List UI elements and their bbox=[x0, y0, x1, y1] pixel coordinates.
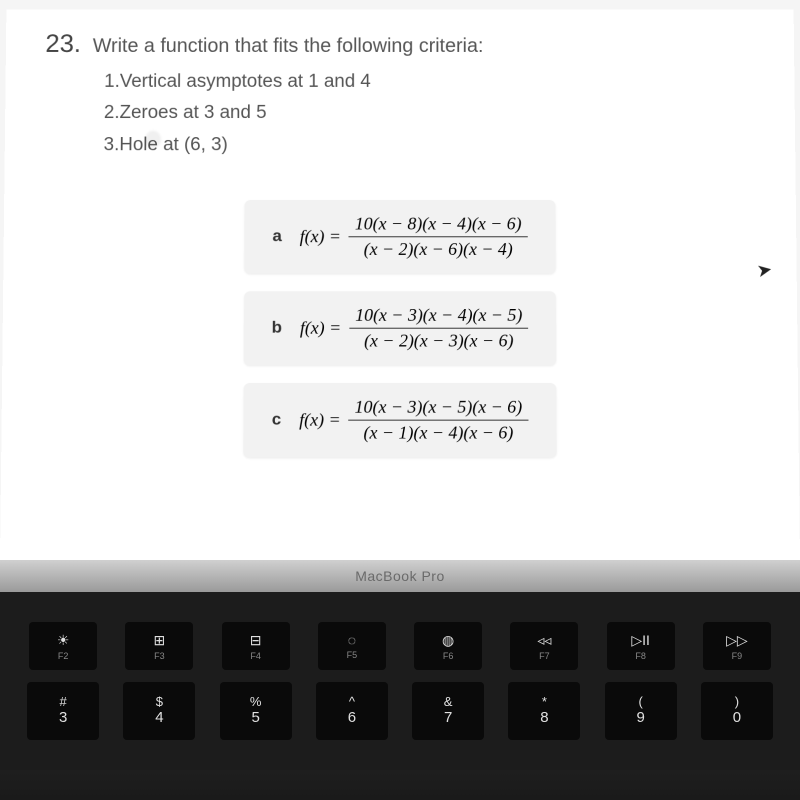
numerator: 10(x − 3)(x − 4)(x − 5) bbox=[349, 305, 528, 329]
question-number: 23. bbox=[45, 29, 81, 59]
key-6[interactable]: ^ 6 bbox=[316, 682, 388, 740]
key-label: F8 bbox=[635, 651, 646, 661]
formula: f(x) = 10(x − 3)(x − 4)(x − 5) (x − 2)(x… bbox=[300, 305, 529, 351]
numerator: 10(x − 3)(x − 5)(x − 6) bbox=[349, 397, 529, 421]
key-label: F5 bbox=[347, 650, 358, 660]
launchpad-icon: ⊟ bbox=[250, 632, 262, 649]
question-prompt: Write a function that fits the following… bbox=[93, 35, 484, 57]
key-f3[interactable]: ⊞ F3 bbox=[125, 622, 193, 670]
key-f7[interactable]: ◃◃ F7 bbox=[510, 622, 578, 670]
key-3[interactable]: # 3 bbox=[27, 682, 99, 740]
key-symbol: ( bbox=[638, 695, 642, 708]
answer-option-b[interactable]: b f(x) = 10(x − 3)(x − 4)(x − 5) (x − 2)… bbox=[244, 291, 557, 365]
key-4[interactable]: $ 4 bbox=[123, 682, 195, 740]
criteria-item: 3.Hole at (6, 3) bbox=[103, 129, 755, 161]
key-f6[interactable]: ◍ F6 bbox=[414, 622, 482, 670]
denominator: (x − 2)(x − 3)(x − 6) bbox=[358, 329, 519, 352]
key-digit: 3 bbox=[59, 708, 67, 728]
formula: f(x) = 10(x − 8)(x − 4)(x − 6) (x − 2)(x… bbox=[300, 214, 528, 260]
key-label: F2 bbox=[58, 651, 69, 661]
worksheet-page: 23. Write a function that fits the follo… bbox=[0, 9, 800, 560]
key-f8[interactable]: ▷II F8 bbox=[607, 622, 675, 670]
key-label: F4 bbox=[250, 651, 261, 661]
key-symbol: ) bbox=[735, 695, 739, 708]
key-digit: 6 bbox=[348, 708, 356, 728]
formula-lhs: f(x) = bbox=[299, 410, 341, 431]
denominator: (x − 2)(x − 6)(x − 4) bbox=[358, 237, 519, 260]
formula: f(x) = 10(x − 3)(x − 5)(x − 6) (x − 1)(x… bbox=[299, 397, 528, 444]
key-5[interactable]: % 5 bbox=[220, 682, 292, 740]
brightness-down-icon: ☀ bbox=[57, 632, 70, 649]
answers-container: a f(x) = 10(x − 8)(x − 4)(x − 6) (x − 2)… bbox=[41, 200, 759, 457]
smudge bbox=[145, 131, 161, 149]
key-digit: 9 bbox=[636, 708, 644, 728]
answer-letter: c bbox=[272, 410, 282, 430]
denominator: (x − 1)(x − 4)(x − 6) bbox=[358, 421, 520, 444]
key-0[interactable]: ) 0 bbox=[701, 682, 773, 740]
laptop-brand-bar: MacBook Pro bbox=[0, 560, 800, 592]
key-7[interactable]: & 7 bbox=[412, 682, 484, 740]
key-label: F6 bbox=[443, 651, 454, 661]
key-label: F3 bbox=[154, 651, 165, 661]
key-f2[interactable]: ☀ F2 bbox=[29, 622, 97, 670]
formula-lhs: f(x) = bbox=[300, 226, 341, 247]
criteria-item: 1.Vertical asymptotes at 1 and 4 bbox=[104, 66, 755, 97]
formula-lhs: f(x) = bbox=[300, 318, 341, 339]
key-f5[interactable]: ◌ F5 bbox=[318, 622, 386, 670]
answer-letter: a bbox=[272, 227, 281, 247]
key-symbol: * bbox=[542, 695, 547, 708]
key-symbol: % bbox=[250, 695, 262, 708]
keyboard-dim-icon: ◌ bbox=[348, 632, 356, 648]
laptop-body: MacBook Pro ☀ F2 ⊞ F3 ⊟ F4 ◌ F5 ◍ F6 bbox=[0, 560, 800, 800]
forward-icon: ▷▷ bbox=[726, 632, 748, 649]
key-9[interactable]: ( 9 bbox=[605, 682, 677, 740]
answer-option-a[interactable]: a f(x) = 10(x − 8)(x − 4)(x − 6) (x − 2)… bbox=[245, 200, 556, 274]
laptop-brand: MacBook Pro bbox=[355, 568, 445, 584]
number-key-row: # 3 $ 4 % 5 ^ 6 & 7 * 8 bbox=[20, 682, 780, 740]
cursor-icon: ➤ bbox=[755, 259, 774, 282]
function-key-row: ☀ F2 ⊞ F3 ⊟ F4 ◌ F5 ◍ F6 ◃◃ F7 bbox=[20, 622, 780, 670]
fraction: 10(x − 3)(x − 5)(x − 6) (x − 1)(x − 4)(x… bbox=[349, 397, 529, 444]
keyboard-bright-icon: ◍ bbox=[442, 632, 454, 649]
key-label: F9 bbox=[732, 651, 743, 661]
rewind-icon: ◃◃ bbox=[537, 632, 551, 649]
question-header: 23. Write a function that fits the follo… bbox=[45, 29, 754, 59]
key-label: F7 bbox=[539, 651, 550, 661]
key-digit: 5 bbox=[251, 708, 259, 728]
key-digit: 7 bbox=[444, 708, 452, 728]
key-f4[interactable]: ⊟ F4 bbox=[222, 622, 290, 670]
key-f9[interactable]: ▷▷ F9 bbox=[703, 622, 771, 670]
numerator: 10(x − 8)(x − 4)(x − 6) bbox=[349, 214, 528, 238]
key-digit: 0 bbox=[733, 708, 741, 728]
key-digit: 4 bbox=[155, 708, 163, 728]
key-symbol: & bbox=[444, 695, 453, 708]
play-pause-icon: ▷II bbox=[631, 632, 650, 649]
key-digit: 8 bbox=[540, 708, 548, 728]
answer-option-c[interactable]: c f(x) = 10(x − 3)(x − 5)(x − 6) (x − 1)… bbox=[244, 383, 557, 457]
key-symbol: $ bbox=[156, 695, 163, 708]
key-8[interactable]: * 8 bbox=[508, 682, 580, 740]
criteria-list: 1.Vertical asymptotes at 1 and 4 2.Zeroe… bbox=[103, 66, 755, 160]
fraction: 10(x − 3)(x − 4)(x − 5) (x − 2)(x − 3)(x… bbox=[349, 305, 528, 351]
answer-letter: b bbox=[272, 318, 282, 338]
keyboard: ☀ F2 ⊞ F3 ⊟ F4 ◌ F5 ◍ F6 ◃◃ F7 bbox=[0, 592, 800, 770]
criteria-item: 2.Zeroes at 3 and 5 bbox=[104, 98, 756, 129]
key-symbol: ^ bbox=[349, 695, 355, 708]
mission-control-icon: ⊞ bbox=[154, 632, 166, 649]
fraction: 10(x − 8)(x − 4)(x − 6) (x − 2)(x − 6)(x… bbox=[349, 214, 528, 260]
key-symbol: # bbox=[60, 695, 67, 708]
